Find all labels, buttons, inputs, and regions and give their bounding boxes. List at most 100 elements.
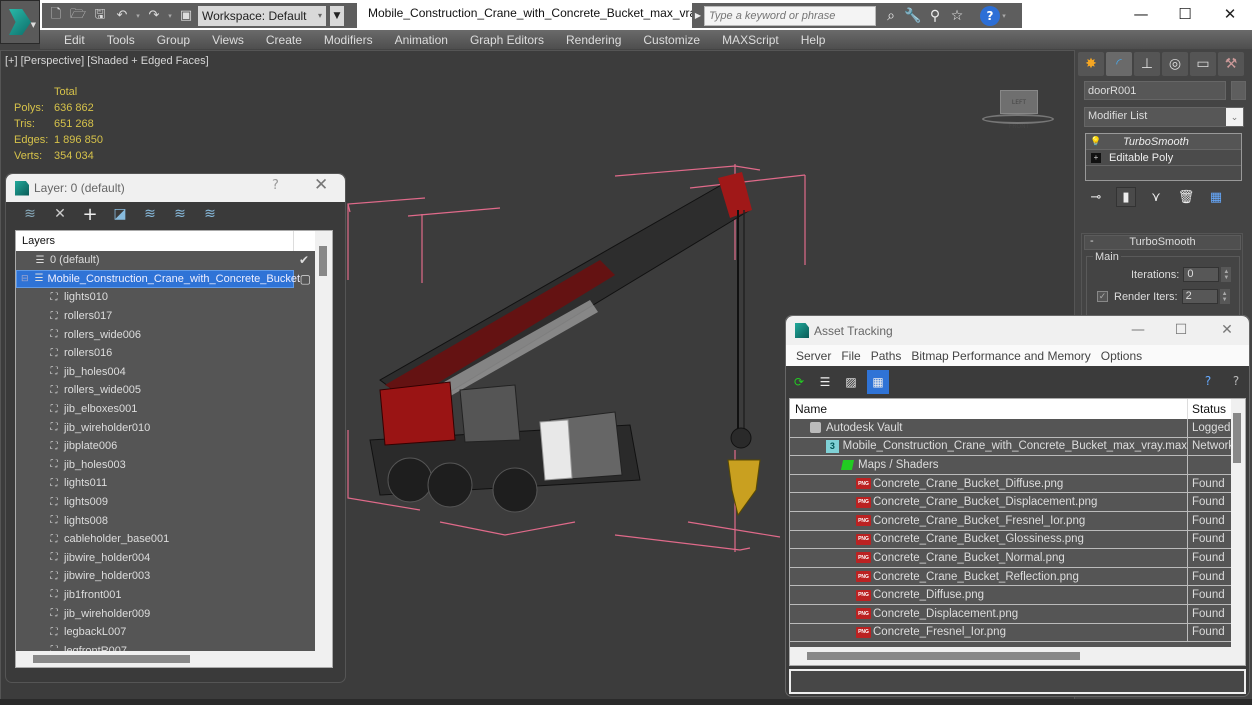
menu-edit[interactable]: Edit	[53, 33, 96, 47]
layer-row[interactable]: ☰ 0 (default) ✔	[16, 251, 315, 270]
hierarchy-tab-icon[interactable]: ⊥	[1134, 52, 1160, 76]
maximize-button[interactable]: ☐	[1161, 318, 1201, 342]
delete-layer-icon[interactable]: ✕	[50, 205, 70, 223]
object-row[interactable]: ⛶ rollers_wide006	[16, 325, 315, 344]
object-row[interactable]: ⛶ lights009	[16, 493, 315, 512]
motion-tab-icon[interactable]: ◎	[1162, 52, 1188, 76]
expand-icon[interactable]: +	[1091, 152, 1101, 163]
object-row[interactable]: ⛶ rollers017	[16, 307, 315, 326]
object-row[interactable]: ⛶ rollers016	[16, 344, 315, 363]
object-row[interactable]: ⛶ jib_elboxes001	[16, 400, 315, 419]
asset-row[interactable]: 3 Mobile_Construction_Crane_with_Concrete…	[790, 437, 1231, 457]
name-column-header[interactable]: Name	[790, 399, 1188, 419]
remove-modifier-icon[interactable]: 🗑	[1176, 187, 1196, 207]
menu-file[interactable]: File	[836, 349, 865, 363]
rollout-header[interactable]: - TurboSmooth	[1084, 235, 1241, 250]
menu-modifiers[interactable]: Modifiers	[313, 33, 384, 47]
refresh-icon[interactable]: ⟳	[789, 372, 809, 392]
binoculars-icon[interactable]: ⌕	[880, 6, 902, 26]
satellite-icon[interactable]: ⚲	[924, 6, 946, 26]
asset-row[interactable]: PNG Concrete_Displacement.png Found	[790, 604, 1231, 624]
asset-row[interactable]: Maps / Shaders	[790, 456, 1231, 475]
show-end-result-icon[interactable]: ▮	[1116, 187, 1136, 207]
open-folder-icon[interactable]: 🗁	[68, 6, 88, 26]
help-dropdown-icon[interactable]: ▾	[1000, 12, 1008, 20]
maximize-button[interactable]: ☐	[1162, 0, 1208, 28]
close-button[interactable]: ✕	[1207, 318, 1247, 342]
layer-row-selected[interactable]: ⊟ ☰ Mobile_Construction_Crane_with_Concret…	[16, 269, 311, 289]
asset-row[interactable]: PNG Concrete_Crane_Bucket_Fresnel_Ior.png…	[790, 511, 1231, 531]
whats-this-icon[interactable]: ?	[1226, 371, 1246, 391]
customize-qat-button[interactable]: ▼	[330, 5, 344, 26]
modify-tab-icon[interactable]: ◜	[1106, 52, 1132, 76]
spinner-arrows-icon[interactable]: ▲ ▼	[1221, 267, 1232, 282]
help-icon[interactable]: ?	[1198, 371, 1218, 391]
menu-options[interactable]: Options	[1096, 349, 1147, 363]
make-unique-icon[interactable]: ⋎	[1146, 187, 1166, 207]
viewcube-face[interactable]: LEFT FRONT	[1000, 90, 1038, 130]
scrollbar-thumb[interactable]	[319, 246, 327, 276]
select-objects-icon[interactable]: ◪	[110, 205, 130, 223]
utilities-tab-icon[interactable]: ⚒	[1218, 52, 1244, 76]
object-row[interactable]: ⛶ jib_holes003	[16, 456, 315, 475]
display-tab-icon[interactable]: ▭	[1190, 52, 1216, 76]
menu-create[interactable]: Create	[255, 33, 313, 47]
new-layer-icon[interactable]: ≋	[20, 205, 40, 223]
redo-icon[interactable]: ↷	[144, 6, 164, 26]
close-icon[interactable]: ✕	[314, 175, 328, 195]
object-row[interactable]: ⛶ jib1front001	[16, 586, 315, 605]
asset-row[interactable]: PNG Concrete_Crane_Bucket_Normal.png Found	[790, 549, 1231, 568]
menu-animation[interactable]: Animation	[384, 33, 459, 47]
object-row[interactable]: ⛶ legfrontR007	[16, 641, 315, 651]
horizontal-scrollbar[interactable]	[33, 655, 190, 663]
help-icon[interactable]: ?	[980, 5, 1000, 26]
minimize-button[interactable]: —	[1118, 318, 1158, 342]
menu-paths[interactable]: Paths	[866, 349, 907, 363]
asset-row[interactable]: PNG Concrete_Fresnel_Ior.png Found	[790, 623, 1231, 643]
close-button[interactable]: ✕	[1207, 0, 1252, 28]
create-tab-icon[interactable]: ✸	[1078, 52, 1104, 76]
collapse-icon[interactable]: ⊟	[21, 273, 29, 284]
viewport-label[interactable]: [+] [Perspective] [Shaded + Edged Faces]	[5, 55, 209, 67]
menu-group[interactable]: Group	[146, 33, 201, 47]
active-layer-check-icon[interactable]: ✔	[299, 253, 309, 267]
menu-server[interactable]: Server	[791, 349, 836, 363]
vertical-scrollbar[interactable]	[316, 244, 331, 652]
object-row[interactable]: ⛶ lights008	[16, 511, 315, 530]
asset-row[interactable]: PNG Concrete_Crane_Bucket_Reflection.png F…	[790, 567, 1231, 587]
viewcube-compass[interactable]	[982, 114, 1054, 124]
undo-dropdown-icon[interactable]: ▾	[134, 12, 142, 20]
menu-help[interactable]: Help	[790, 33, 837, 47]
object-color-swatch[interactable]	[1231, 81, 1246, 100]
object-row[interactable]: ⛶ jibwire_holder003	[16, 567, 315, 586]
object-name-field[interactable]	[1084, 81, 1226, 100]
crane-model[interactable]	[340, 150, 820, 570]
asset-path-field[interactable]	[789, 669, 1246, 694]
select-layer-icon[interactable]: ≋	[140, 205, 160, 223]
render-iters-spinner[interactable]: ✓ Render Iters: 2 ▲ ▼	[1097, 289, 1230, 304]
object-row[interactable]: ⛶ jib_wireholder010	[16, 418, 315, 437]
object-row[interactable]: ⛶ jibplate006	[16, 437, 315, 456]
add-to-layer-icon[interactable]: +	[80, 204, 100, 225]
object-row[interactable]: ⛶ jibwire_holder004	[16, 549, 315, 568]
configure-modifier-sets-icon[interactable]: ▦	[1206, 187, 1226, 207]
stack-item-turbosmooth[interactable]: 💡 TurboSmooth	[1086, 134, 1241, 150]
set-current-checkbox[interactable]: ▢	[300, 272, 311, 286]
scrollbar-thumb[interactable]	[1233, 413, 1241, 463]
asset-row[interactable]: PNG Concrete_Crane_Bucket_Glossiness.png F…	[790, 530, 1231, 550]
object-row[interactable]: ⛶ lights010	[16, 288, 315, 307]
new-file-icon[interactable]: 🗋	[46, 6, 66, 26]
undo-icon[interactable]: ↶	[112, 6, 132, 26]
thumbnail-view-icon[interactable]: ▨	[841, 372, 861, 392]
stack-item-editable-poly[interactable]: + Editable Poly	[1086, 150, 1241, 166]
object-row[interactable]: ⛶ jib_wireholder009	[16, 604, 315, 623]
asset-row[interactable]: Autodesk Vault Logged	[790, 419, 1231, 438]
menu-tools[interactable]: Tools	[96, 33, 146, 47]
pin-stack-icon[interactable]: ⊸	[1086, 187, 1106, 207]
save-icon[interactable]: 🖫	[90, 6, 110, 26]
list-view-icon[interactable]: ☰	[815, 372, 835, 392]
set-current-layer-icon[interactable]: ≋	[170, 205, 190, 223]
help-button[interactable]: ?	[272, 178, 279, 193]
app-menu-button[interactable]: ▼	[0, 0, 40, 44]
object-row[interactable]: ⛶ jib_holes004	[16, 363, 315, 382]
